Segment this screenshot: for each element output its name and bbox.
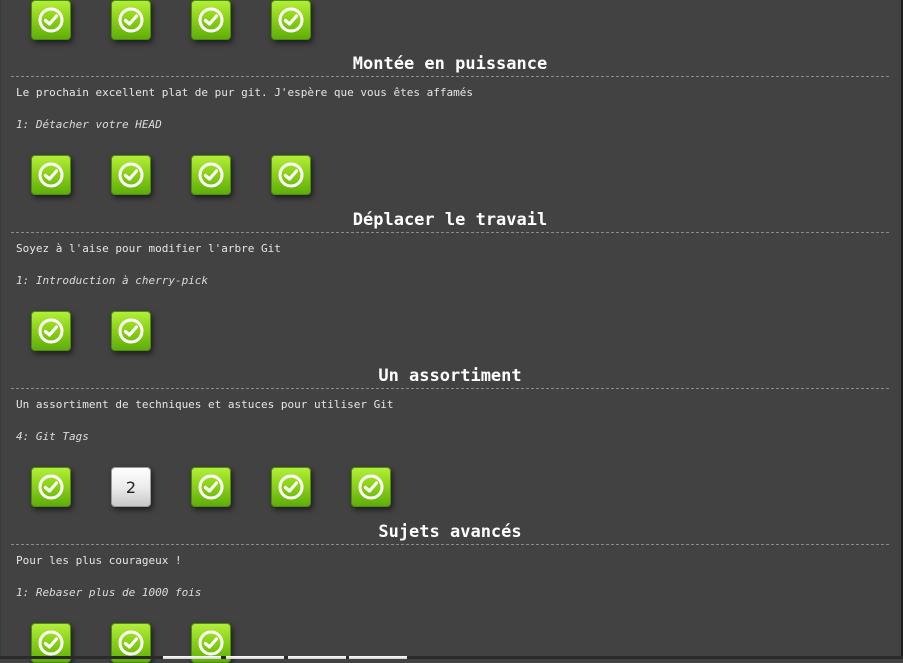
check-circle-icon (117, 317, 145, 345)
check-circle-icon (117, 629, 145, 657)
level-tile-done[interactable] (31, 467, 71, 507)
level-tile-done[interactable] (191, 155, 231, 195)
check-circle-icon (277, 473, 305, 501)
check-circle-icon (117, 6, 145, 34)
sequence-section: Déplacer le travail Soyez à l'aise pour … (11, 208, 889, 289)
check-circle-icon (37, 629, 65, 657)
check-circle-icon (277, 6, 305, 34)
level-tile-done[interactable] (271, 0, 311, 40)
window-left-edge (0, 0, 1, 659)
level-tile-done[interactable] (351, 467, 391, 507)
sequence-section: Montée en puissance Le prochain excellen… (11, 52, 889, 133)
check-circle-icon (357, 473, 385, 501)
level-tile-done[interactable] (31, 155, 71, 195)
check-circle-icon (197, 6, 225, 34)
level-tile-done[interactable] (111, 155, 151, 195)
next-level-label[interactable]: 1: Détacher votre HEAD (11, 117, 889, 133)
level-row-top (31, 0, 311, 40)
level-tile-done[interactable] (31, 311, 71, 351)
sequence-section: Sujets avancés Pour les plus courageux !… (11, 520, 889, 601)
level-tile-done[interactable] (271, 155, 311, 195)
check-circle-icon (197, 629, 225, 657)
check-circle-icon (117, 161, 145, 189)
check-circle-icon (37, 473, 65, 501)
section-title: Montée en puissance (11, 52, 889, 77)
next-level-label[interactable]: 1: Introduction à cherry-pick (11, 273, 889, 289)
check-circle-icon (37, 6, 65, 34)
check-circle-icon (277, 161, 305, 189)
level-tile-done[interactable] (111, 311, 151, 351)
level-row (31, 155, 311, 195)
check-circle-icon (197, 161, 225, 189)
check-circle-icon (37, 161, 65, 189)
next-level-label[interactable]: 4: Git Tags (11, 429, 889, 445)
level-row (31, 311, 151, 351)
level-number: 2 (125, 477, 137, 497)
level-tile-done[interactable] (31, 0, 71, 40)
check-circle-icon (197, 473, 225, 501)
section-description: Pour les plus courageux ! (16, 554, 182, 567)
level-tile-done[interactable] (271, 467, 311, 507)
sequence-section: Un assortiment Un assortiment de techniq… (11, 364, 889, 445)
level-tile-done[interactable] (191, 0, 231, 40)
section-title: Déplacer le travail (11, 208, 889, 233)
level-tile-done[interactable] (111, 0, 151, 40)
section-description: Un assortiment de techniques et astuces … (16, 398, 394, 411)
level-row: 2 (31, 467, 391, 507)
level-tile-todo[interactable]: 2 (111, 467, 151, 507)
next-level-label[interactable]: 1: Rebaser plus de 1000 fois (11, 585, 889, 601)
section-description: Soyez à l'aise pour modifier l'arbre Git (16, 242, 281, 255)
level-tile-done[interactable] (191, 467, 231, 507)
section-description: Le prochain excellent plat de pur git. J… (16, 86, 473, 99)
section-title: Un assortiment (11, 364, 889, 389)
check-circle-icon (37, 317, 65, 345)
section-title: Sujets avancés (11, 520, 889, 545)
